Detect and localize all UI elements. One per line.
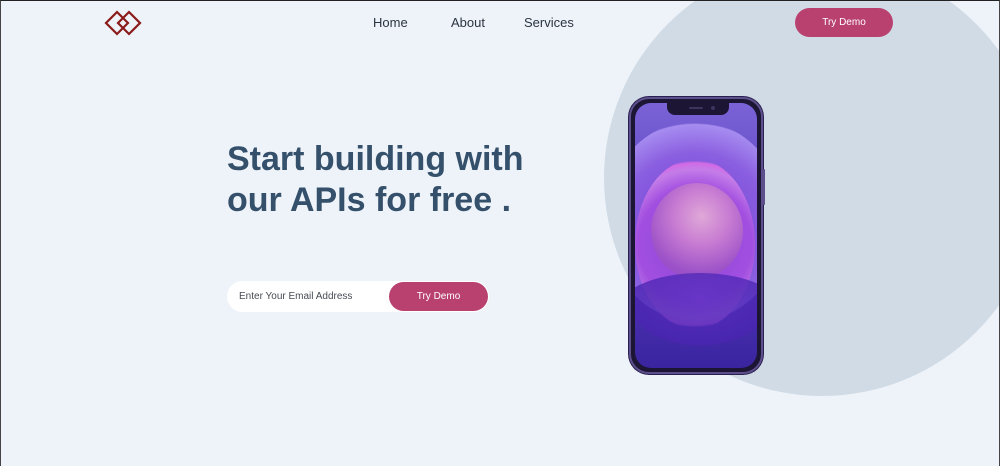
wallpaper-inner-orb <box>651 183 743 279</box>
form-try-demo-button[interactable]: Try Demo <box>389 282 488 311</box>
camera-icon <box>711 106 715 110</box>
email-signup-form: Try Demo <box>227 281 489 312</box>
speaker-icon <box>689 107 703 109</box>
nav-home-link[interactable]: Home <box>373 15 408 30</box>
header-try-demo-button[interactable]: Try Demo <box>795 8 893 37</box>
phone-notch <box>667 103 729 115</box>
wallpaper-lower-arc <box>635 273 757 353</box>
nav-services-link[interactable]: Services <box>524 15 574 30</box>
phone-side-button <box>763 169 765 205</box>
email-input[interactable] <box>227 281 389 312</box>
logo-icon[interactable] <box>104 10 142 36</box>
hero-title: Start building with our APIs for free . <box>227 140 524 219</box>
nav-about-link[interactable]: About <box>451 15 485 30</box>
smartphone-illustration <box>629 97 765 374</box>
phone-screen <box>635 103 757 368</box>
